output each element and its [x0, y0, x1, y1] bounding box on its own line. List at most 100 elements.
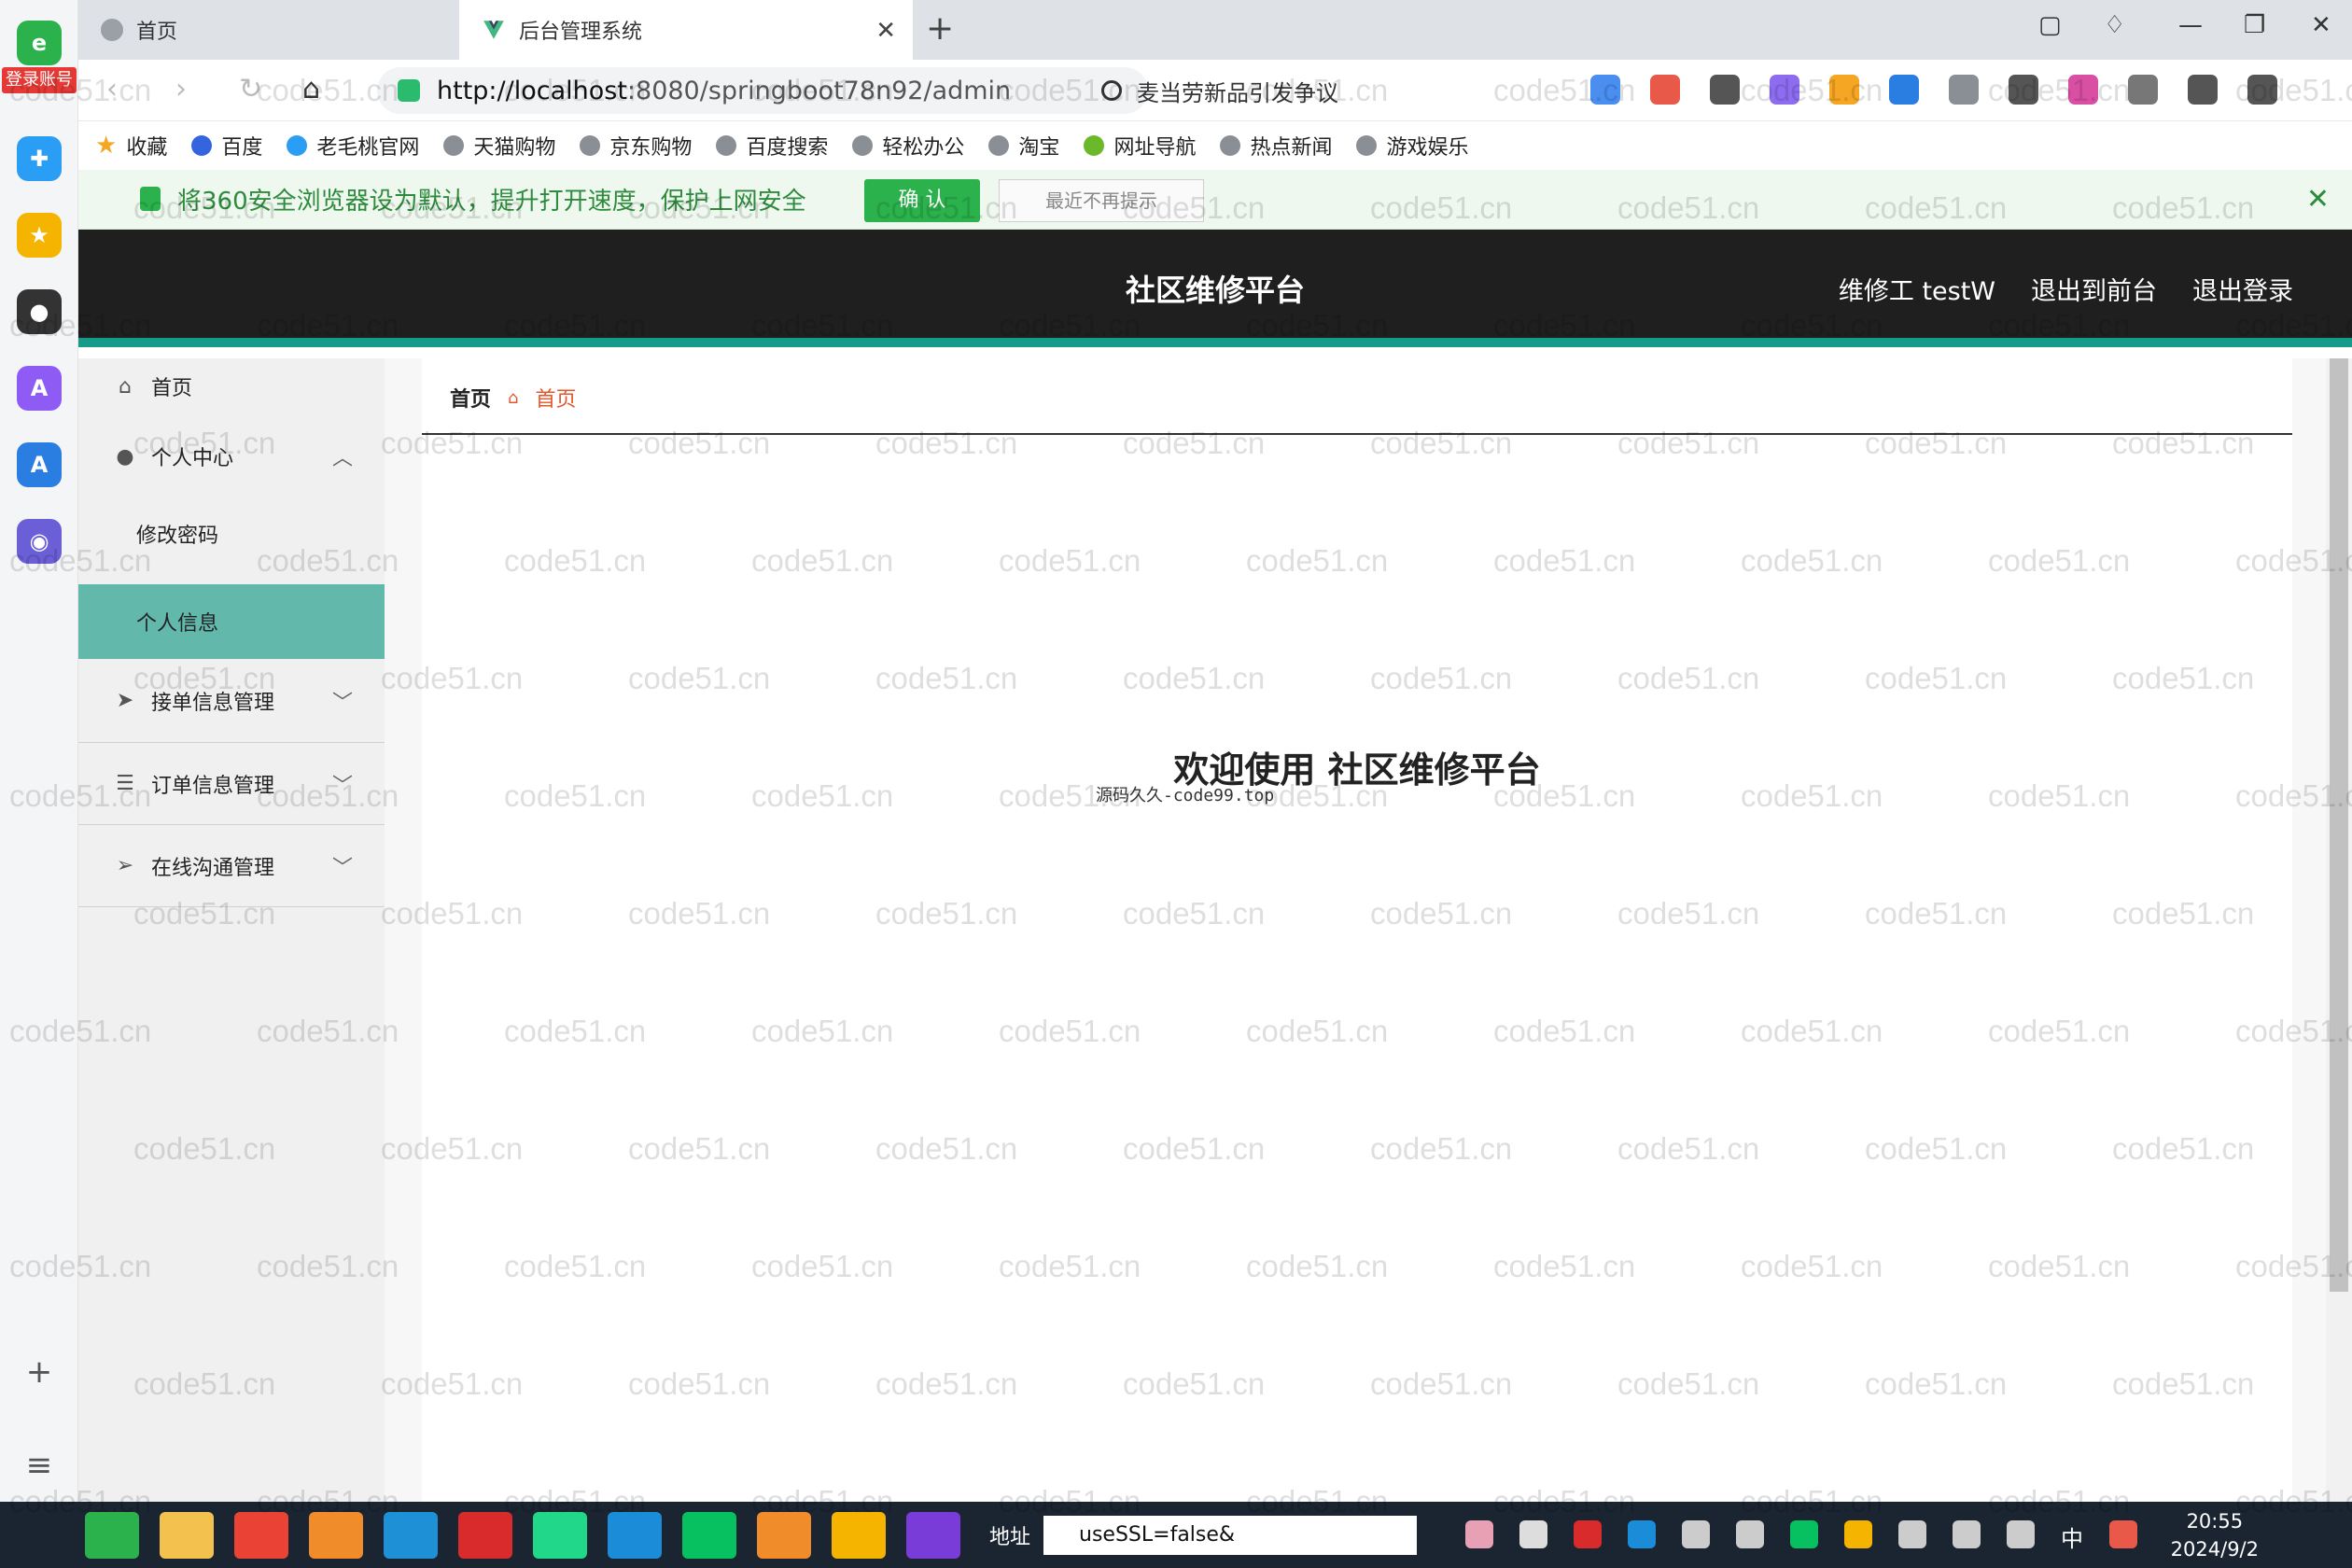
tray-app-icon[interactable] [1844, 1520, 1872, 1548]
url-input[interactable]: http://localhost :8080/springboot78n92/a… [377, 67, 1148, 114]
sidebar-app-icon[interactable]: ✚ [17, 136, 62, 181]
mail-icon[interactable] [1590, 75, 1620, 105]
scissors-icon[interactable] [1710, 75, 1740, 105]
login-account-badge[interactable]: 登录账号 [2, 67, 77, 93]
ai-assistant-icon[interactable]: A [17, 366, 62, 411]
tab-count-icon[interactable]: ▢ [2038, 11, 2062, 39]
add-icon[interactable]: + [0, 1353, 78, 1391]
intellij-icon[interactable] [906, 1511, 960, 1559]
tray-app-icon[interactable] [1465, 1520, 1493, 1548]
tray-app-icon[interactable] [1682, 1520, 1710, 1548]
header-links: 维修工 testW 退出到前台 退出登录 [1839, 271, 2293, 307]
chrome-icon[interactable] [234, 1511, 288, 1559]
vue-logo-icon [483, 21, 504, 39]
shirt-skin-icon[interactable]: ♢ [2104, 11, 2125, 39]
sidebar-item-personal-center[interactable]: ● 个人中心 ︿ [78, 414, 385, 498]
close-tab-icon[interactable]: ✕ [875, 17, 896, 45]
clock[interactable]: 20:55 2024/9/2 [2171, 1507, 2259, 1563]
chat-bot-icon[interactable]: ◉ [17, 519, 62, 564]
search-input[interactable]: 麦当劳新品引发争议 [1101, 67, 1643, 114]
brightness-icon[interactable] [2128, 75, 2158, 105]
wifi-icon[interactable] [1953, 1520, 1981, 1548]
app-icon[interactable] [757, 1511, 811, 1559]
bookmark-taobao[interactable]: 淘宝 [988, 131, 1059, 161]
bookmark-office[interactable]: 轻松办公 [852, 131, 964, 161]
wechat-icon[interactable] [682, 1511, 736, 1559]
restore-icon[interactable]: ❐ [2244, 11, 2265, 39]
tray-app-icon[interactable] [1736, 1520, 1764, 1548]
bookmark-jd[interactable]: 京东购物 [580, 131, 692, 161]
vertical-scrollbar[interactable] [2326, 358, 2352, 1502]
scrollbar-thumb[interactable] [2330, 358, 2348, 1292]
close-window-icon[interactable]: ✕ [2311, 11, 2331, 39]
bookmark-tmall[interactable]: 天猫购物 [443, 131, 555, 161]
battery-icon[interactable] [1898, 1520, 1926, 1548]
todo-icon[interactable] [608, 1511, 662, 1559]
translate-icon[interactable] [1770, 75, 1799, 105]
divider [422, 433, 2292, 435]
grid-icon[interactable] [2009, 75, 2038, 105]
tray-wechat-icon[interactable] [1790, 1520, 1818, 1548]
edge-icon[interactable] [384, 1511, 438, 1559]
undo-icon[interactable] [2188, 75, 2218, 105]
ai-icon[interactable]: A [17, 442, 62, 487]
bookmark-nav[interactable]: 网址导航 [1084, 131, 1196, 161]
volume-icon[interactable] [2007, 1520, 2035, 1548]
chevron-down-icon: ﹀ [331, 691, 353, 715]
bookmark-favorites[interactable]: ★ 收藏 [95, 131, 167, 161]
magnifier-icon[interactable] [1889, 75, 1919, 105]
user-icon: ● [116, 444, 134, 469]
kugou-icon[interactable] [832, 1511, 886, 1559]
weibo-icon[interactable] [1650, 75, 1680, 105]
extension-icon[interactable] [1949, 75, 1979, 105]
pycharm-icon[interactable] [533, 1511, 587, 1559]
tray-app-icon[interactable] [1574, 1520, 1602, 1548]
back-icon[interactable]: ‹ [106, 73, 118, 105]
folder-icon[interactable] [160, 1511, 214, 1559]
browser-logo-icon[interactable]: e [17, 21, 62, 65]
ime-indicator[interactable]: 中 [2061, 1520, 2083, 1552]
dismiss-button[interactable]: 最近不再提示 [999, 179, 1204, 222]
breadcrumb-root[interactable]: 首页 [450, 383, 491, 413]
bookmark-baidu[interactable]: 百度 [191, 131, 262, 161]
bookmark-news[interactable]: 热点新闻 [1220, 131, 1332, 161]
chevron-down-icon: ﹀ [331, 774, 353, 798]
list-icon[interactable]: ≡ [0, 1447, 78, 1484]
confirm-button[interactable]: 确 认 [864, 179, 980, 222]
browser-360-icon[interactable] [85, 1511, 139, 1559]
refresh-icon[interactable]: ↻ [239, 73, 262, 105]
current-user[interactable]: 维修工 testW [1839, 271, 1995, 307]
forward-icon[interactable]: › [175, 73, 187, 105]
sidebar-item-order-accept[interactable]: ➤ 接单信息管理 ﹀ [78, 659, 385, 743]
sidebar-item-order-info[interactable]: ☰ 订单信息管理 ﹀ [78, 743, 385, 825]
ai-icon[interactable] [2068, 75, 2098, 105]
bookmark-laomaotao[interactable]: 老毛桃官网 [287, 131, 419, 161]
robot-icon[interactable]: ● [17, 289, 62, 334]
exit-to-front-link[interactable]: 退出到前台 [2031, 271, 2157, 307]
tab-home[interactable]: 首页 [78, 0, 459, 60]
tray-app-icon[interactable] [1519, 1520, 1547, 1548]
logout-link[interactable]: 退出登录 [2192, 271, 2293, 307]
sublime-icon[interactable] [309, 1511, 363, 1559]
windows-start-icon[interactable] [10, 1511, 64, 1559]
sidebar-item-change-password[interactable]: 修改密码 [78, 498, 385, 569]
taskbar-address-input[interactable]: useSSL=false& [1043, 1515, 1418, 1555]
globe-icon [101, 19, 123, 41]
sidebar-item-personal-info[interactable]: 个人信息 [78, 584, 385, 659]
bookmark-games[interactable]: 游戏娱乐 [1356, 131, 1468, 161]
tab-admin[interactable]: 后台管理系统 ✕ [459, 0, 913, 60]
tray-app-icon[interactable] [1628, 1520, 1656, 1548]
close-icon[interactable]: ✕ [2306, 183, 2330, 216]
wps-icon[interactable] [458, 1511, 512, 1559]
home-icon[interactable]: ⌂ [302, 73, 320, 105]
sogou-icon[interactable] [2109, 1520, 2137, 1548]
minimize-icon[interactable]: — [2178, 11, 2203, 39]
favorites-star-icon[interactable]: ★ [17, 213, 62, 258]
bookmark-baidu-search[interactable]: 百度搜索 [716, 131, 828, 161]
new-tab-button[interactable]: + [926, 9, 954, 48]
menu-icon[interactable] [2247, 75, 2277, 105]
globe-icon [287, 135, 308, 156]
shield-icon[interactable] [1829, 75, 1859, 105]
sidebar-item-home[interactable]: ⌂ 首页 [78, 358, 385, 414]
sidebar-item-online-chat[interactable]: ➢ 在线沟通管理 ﹀ [78, 825, 385, 907]
